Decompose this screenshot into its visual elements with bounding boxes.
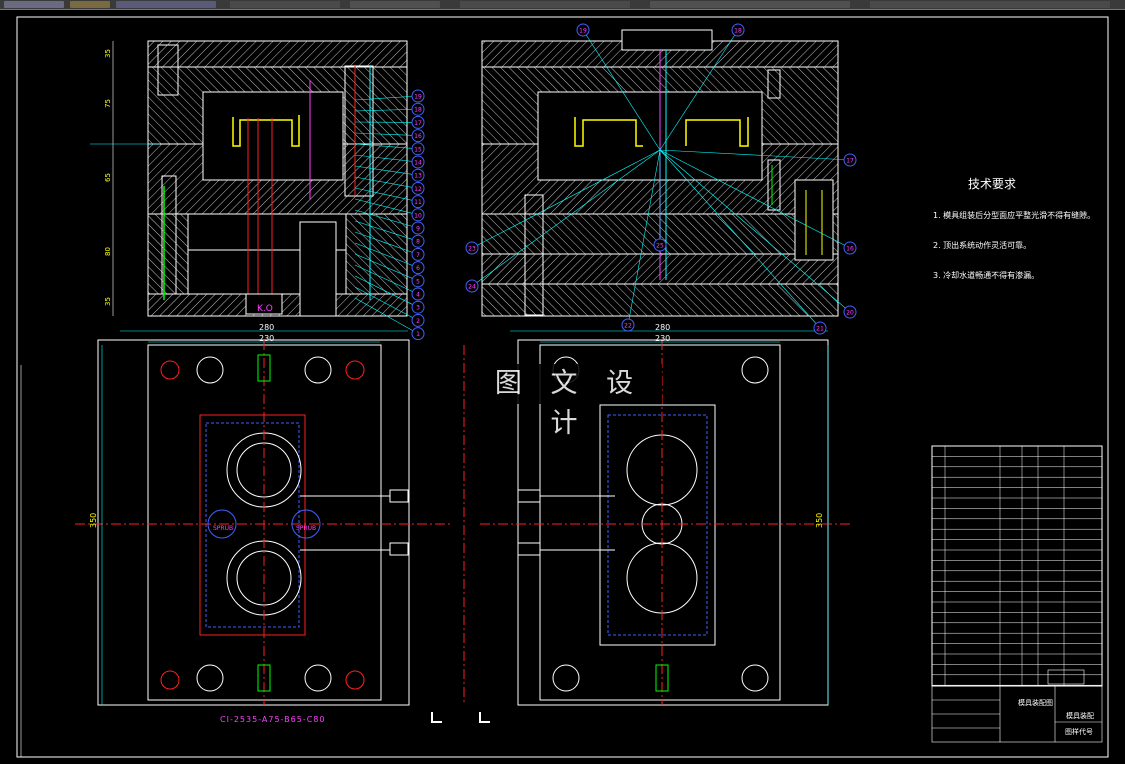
balloon-number: 15 — [414, 146, 422, 153]
requirement-line-2: 2. 顶出系统动作灵活可靠。 — [933, 241, 1032, 250]
toolbar-button[interactable] — [350, 1, 440, 8]
balloon-number: 12 — [414, 186, 422, 193]
balloon-number: 22 — [624, 323, 632, 330]
requirement-line-1: 1. 模具组装后分型面应平整光滑不得有缝隙。 — [933, 211, 1096, 220]
toolbar-button[interactable] — [4, 1, 64, 8]
balloon-number: 11 — [414, 199, 422, 206]
toolbar-button[interactable] — [230, 1, 340, 8]
dim-height-right: 350 — [815, 513, 824, 528]
sprue-label-left: SPRUB — [213, 525, 233, 532]
balloon-number: 14 — [414, 160, 422, 167]
cad-toolbar — [0, 0, 1125, 10]
balloon-number: 16 — [846, 246, 854, 253]
balloon-number: 6 — [416, 265, 420, 272]
balloon-number: 17 — [414, 120, 422, 127]
dim-stack-2: 75 — [104, 99, 112, 108]
balloon-number: 23 — [468, 246, 476, 253]
dim-inner-width-right: 230 — [655, 334, 670, 343]
balloon-number: 9 — [416, 226, 420, 233]
dim-overall-width-left: 280 — [259, 323, 274, 332]
dim-stack-3: 65 — [104, 173, 112, 182]
knockout-label: K.O — [257, 304, 273, 314]
watermark: 图 文 设 计 — [476, 364, 662, 439]
balloon-number: 10 — [414, 212, 422, 219]
dim-inner-width-left: 230 — [259, 334, 274, 343]
balloon-number: 19 — [414, 94, 422, 101]
technical-requirements-title: 技术要求 — [968, 177, 1017, 191]
balloon-number: 1 — [416, 331, 420, 338]
toolbar-button[interactable] — [870, 1, 1110, 8]
balloon-number: 4 — [416, 292, 420, 299]
balloon-number: 18 — [414, 107, 422, 114]
toolbar-button[interactable] — [70, 1, 110, 8]
toolbar-button[interactable] — [460, 1, 630, 8]
balloon-number: 25 — [656, 243, 664, 250]
dim-height-left: 350 — [89, 513, 98, 528]
balloon-number: 13 — [414, 173, 422, 180]
left-plan-view: SPRUB SPRUB — [75, 339, 450, 706]
balloon-number: 19 — [579, 28, 587, 35]
balloon-number: 24 — [468, 284, 476, 291]
balloon-number: 18 — [734, 28, 742, 35]
balloon-number: 8 — [416, 239, 420, 246]
title-block-drawing-number: 图样代号 — [1065, 728, 1093, 736]
dim-stack-4: 80 — [104, 247, 112, 256]
dim-overall-width-right: 280 — [655, 323, 670, 332]
left-section-view: K.O — [90, 40, 408, 317]
balloon-number: 20 — [846, 310, 854, 317]
part-code: CI-2535-A75-B65-C80 — [220, 715, 326, 724]
balloon-number: 3 — [416, 305, 420, 312]
dim-stack-5: 35 — [104, 297, 112, 306]
balloon-number: 5 — [416, 278, 420, 285]
balloon-number: 2 — [416, 318, 420, 325]
toolbar-button[interactable] — [116, 1, 216, 8]
sprue-label-right: SPRUB — [296, 525, 316, 532]
title-block-material: 模具装配 — [1066, 712, 1094, 720]
toolbar-button[interactable] — [650, 1, 850, 8]
title-block-drawing-name: 模具装配图 — [1018, 699, 1053, 707]
balloon-number: 21 — [816, 326, 824, 333]
dim-stack-1: 35 — [104, 49, 112, 58]
balloon-number: 16 — [414, 133, 422, 140]
dimension-lines — [101, 330, 829, 705]
balloon-number: 7 — [416, 252, 420, 259]
requirement-line-3: 3. 冷却水道畅通不得有渗漏。 — [933, 271, 1040, 280]
balloon-number: 17 — [846, 158, 854, 165]
parts-list-table — [931, 445, 1103, 687]
